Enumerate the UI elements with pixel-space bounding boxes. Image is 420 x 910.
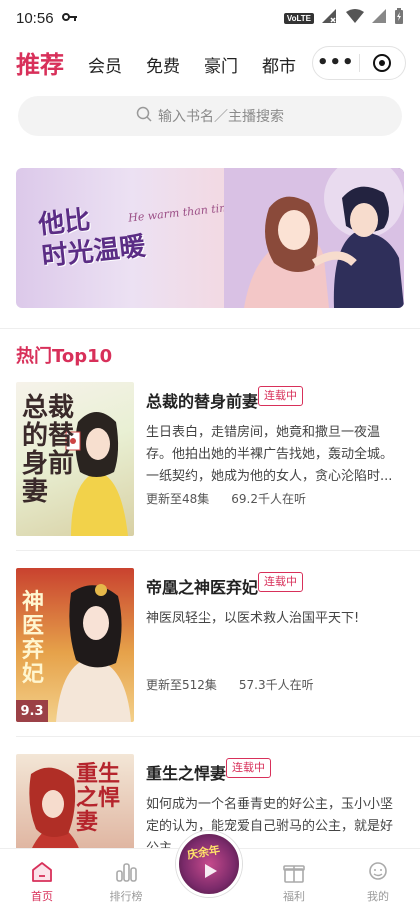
section-title: 热门Top10	[16, 346, 113, 367]
listener-count: 69.2千人在听	[231, 492, 307, 506]
key-icon	[61, 11, 78, 25]
book-description: 神医凤轻尘，以医术救人治国平天下!	[146, 611, 360, 626]
listener-count: 57.3千人在听	[238, 678, 314, 692]
signal-x-icon	[322, 9, 338, 27]
book-info: 帝凰之神医弃妃 连载中 神医凤轻尘，以医术救人治国平天下! 更新至512集 57.…	[146, 568, 404, 722]
book-item[interactable]: 总裁的替身前妻 总裁的替身前妻 连载中 生日表白，走错房间，她竟和撒旦一夜温存。…	[16, 382, 404, 542]
nav-mine-label: 我的	[367, 890, 389, 903]
book-info: 总裁的替身前妻 连载中 生日表白，走错房间，她竟和撒旦一夜温存。他拍出她的半裸广…	[146, 382, 404, 536]
nav-welfare-label: 福利	[283, 890, 305, 903]
status-icons: VoLTE	[283, 8, 404, 28]
book-meta: 更新至512集 57.3千人在听	[146, 676, 314, 693]
banner-couple-illustration	[224, 168, 404, 308]
home-icon	[30, 861, 54, 886]
more-dots-icon: •••	[316, 52, 355, 73]
book-meta: 更新至48集 69.2千人在听	[146, 490, 306, 507]
cover-title: 总裁的替身前妻	[22, 393, 75, 507]
nav-welfare[interactable]: 福利	[252, 849, 336, 910]
status-time: 10:56	[16, 9, 54, 27]
target-icon	[373, 54, 392, 72]
tab-free[interactable]: 免费	[146, 53, 180, 81]
book-cover: 神医弃妃 9.3	[16, 568, 134, 722]
tab-urban[interactable]: 都市	[262, 53, 296, 81]
book-description: 生日表白，走错房间，她竟和撒旦一夜温存。他拍出她的半裸广告找她，轰动全城。一纸契…	[146, 425, 394, 484]
bar-chart-icon	[114, 861, 138, 886]
battery-charging-icon	[394, 8, 404, 28]
book-title: 重生之悍妻	[146, 764, 227, 783]
episode-count: 更新至512集	[146, 678, 217, 692]
book-title: 帝凰之神医弃妃	[146, 578, 259, 597]
rating-badge: 9.3	[16, 700, 48, 722]
category-tabs: 推荐 会员 免费 豪门 都市	[16, 49, 311, 81]
status-badge: 连载中	[258, 572, 303, 592]
tab-recommend[interactable]: 推荐	[16, 49, 64, 81]
top-navigation: 推荐 会员 免费 豪门 都市 •••	[0, 40, 420, 90]
book-item[interactable]: 神医弃妃 9.3 帝凰之神医弃妃 连载中 神医凤轻尘，以医术救人治国平天下! 更…	[16, 568, 404, 728]
now-playing-disc[interactable]: 庆余年	[176, 831, 242, 897]
banner-title: 他比 时光温暖	[37, 205, 147, 273]
banner-subtitle: He warm than time	[127, 200, 237, 225]
section-divider	[0, 328, 420, 329]
volte-badge: VoLTE	[283, 12, 314, 24]
gift-icon	[282, 861, 306, 886]
nav-ranking-label: 排行榜	[109, 890, 143, 903]
cover-title: 重生之悍妻	[76, 761, 121, 835]
search-icon	[136, 106, 152, 126]
promo-banner[interactable]: 他比 时光温暖 He warm than time	[16, 168, 404, 308]
tab-vip[interactable]: 会员	[88, 53, 122, 81]
nav-ranking[interactable]: 排行榜	[84, 849, 168, 910]
close-mini-program-button[interactable]	[360, 47, 406, 79]
signal-icon	[372, 9, 386, 27]
more-menu-button[interactable]: •••	[313, 47, 359, 79]
user-icon	[366, 861, 390, 886]
status-badge: 连载中	[258, 386, 303, 406]
search-placeholder: 输入书名／主播搜索	[158, 109, 284, 125]
tab-wealthy[interactable]: 豪门	[204, 53, 238, 81]
search-input[interactable]: 输入书名／主播搜索	[18, 96, 402, 136]
nav-home-label: 首页	[31, 890, 53, 903]
status-badge: 连载中	[226, 758, 271, 778]
episode-count: 更新至48集	[146, 492, 210, 506]
book-title: 总裁的替身前妻	[146, 392, 259, 411]
list-divider	[16, 736, 420, 737]
cover-title: 神医弃妃	[22, 589, 45, 687]
nav-home[interactable]: 首页	[0, 849, 84, 910]
wifi-icon	[346, 9, 364, 27]
status-bar: 10:56 VoLTE	[0, 0, 420, 36]
mini-program-capsule: •••	[312, 46, 406, 80]
play-icon	[205, 864, 217, 878]
nav-mine[interactable]: 我的	[336, 849, 420, 910]
list-divider	[16, 550, 420, 551]
book-cover: 总裁的替身前妻	[16, 382, 134, 536]
